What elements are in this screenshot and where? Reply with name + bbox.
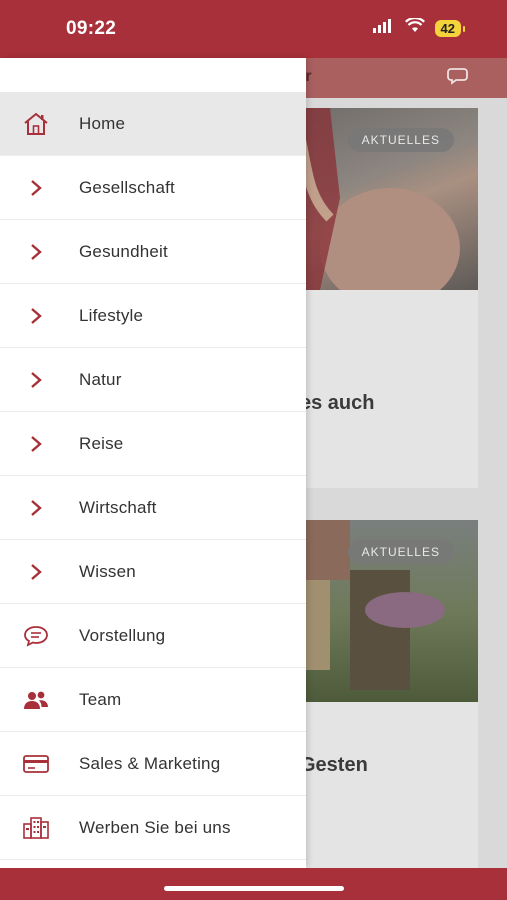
drawer-item-label: Werben Sie bei uns [79,817,231,837]
status-bar: 09:22 42 [0,0,507,58]
building-icon [22,814,50,842]
status-time: 09:22 [66,18,117,39]
drawer-header [0,58,306,92]
article-title: es auch [300,392,375,414]
drawer-item-label: Vorstellung [79,625,166,645]
drawer-item-home[interactable]: Home [0,92,306,156]
people-icon [22,686,50,714]
article-badge: AKTUELLES [347,540,454,564]
cellular-signal-icon [372,18,395,38]
article-badge: AKTUELLES [347,128,454,152]
chevron-right-icon [22,430,50,458]
drawer-item-reise[interactable]: Reise [0,412,306,476]
drawer-item-vorstellung[interactable]: Vorstellung [0,604,306,668]
drawer-item-label: Sales & Marketing [79,753,221,773]
wifi-icon [404,16,425,38]
drawer-item-wirtschaft[interactable]: Wirtschaft [0,476,306,540]
drawer-item-label: Wirtschaft [79,497,157,517]
home-indicator[interactable] [164,886,344,891]
drawer-item-natur[interactable]: Natur [0,348,306,412]
chevron-right-icon [22,174,50,202]
drawer-item-label: Gesundheit [79,241,168,261]
chat-icon[interactable] [447,66,471,93]
card-icon [22,750,50,778]
status-icons: 42 [372,16,466,38]
drawer-item-label: Lifestyle [79,305,144,325]
drawer-item-wissen[interactable]: Wissen [0,540,306,604]
chat-bubble-icon [22,622,50,650]
drawer-item-label: Team [79,689,122,709]
battery-indicator: 42 [434,19,466,37]
bottom-bar [0,868,507,900]
chevron-right-icon [22,558,50,586]
home-icon [22,110,50,138]
drawer-item-werben[interactable]: Werben Sie bei uns [0,796,306,860]
drawer-item-team[interactable]: Team [0,668,306,732]
drawer-item-gesundheit[interactable]: Gesundheit [0,220,306,284]
drawer-item-label: Gesellschaft [79,177,175,197]
drawer-item-label: Reise [79,433,124,453]
chevron-right-icon [22,302,50,330]
drawer-item-sales-marketing[interactable]: Sales & Marketing [0,732,306,796]
chevron-right-icon [22,366,50,394]
drawer-item-lifestyle[interactable]: Lifestyle [0,284,306,348]
chevron-right-icon [22,494,50,522]
drawer-item-label: Home [79,113,126,133]
drawer-item-label: Wissen [79,561,136,581]
chevron-right-icon [22,238,50,266]
navigation-drawer: Home Gesellschaft Gesundheit Lifestyle N… [0,58,306,868]
article-title: Gesten [300,754,368,776]
drawer-item-gesellschaft[interactable]: Gesellschaft [0,156,306,220]
drawer-item-label: Natur [79,369,122,389]
